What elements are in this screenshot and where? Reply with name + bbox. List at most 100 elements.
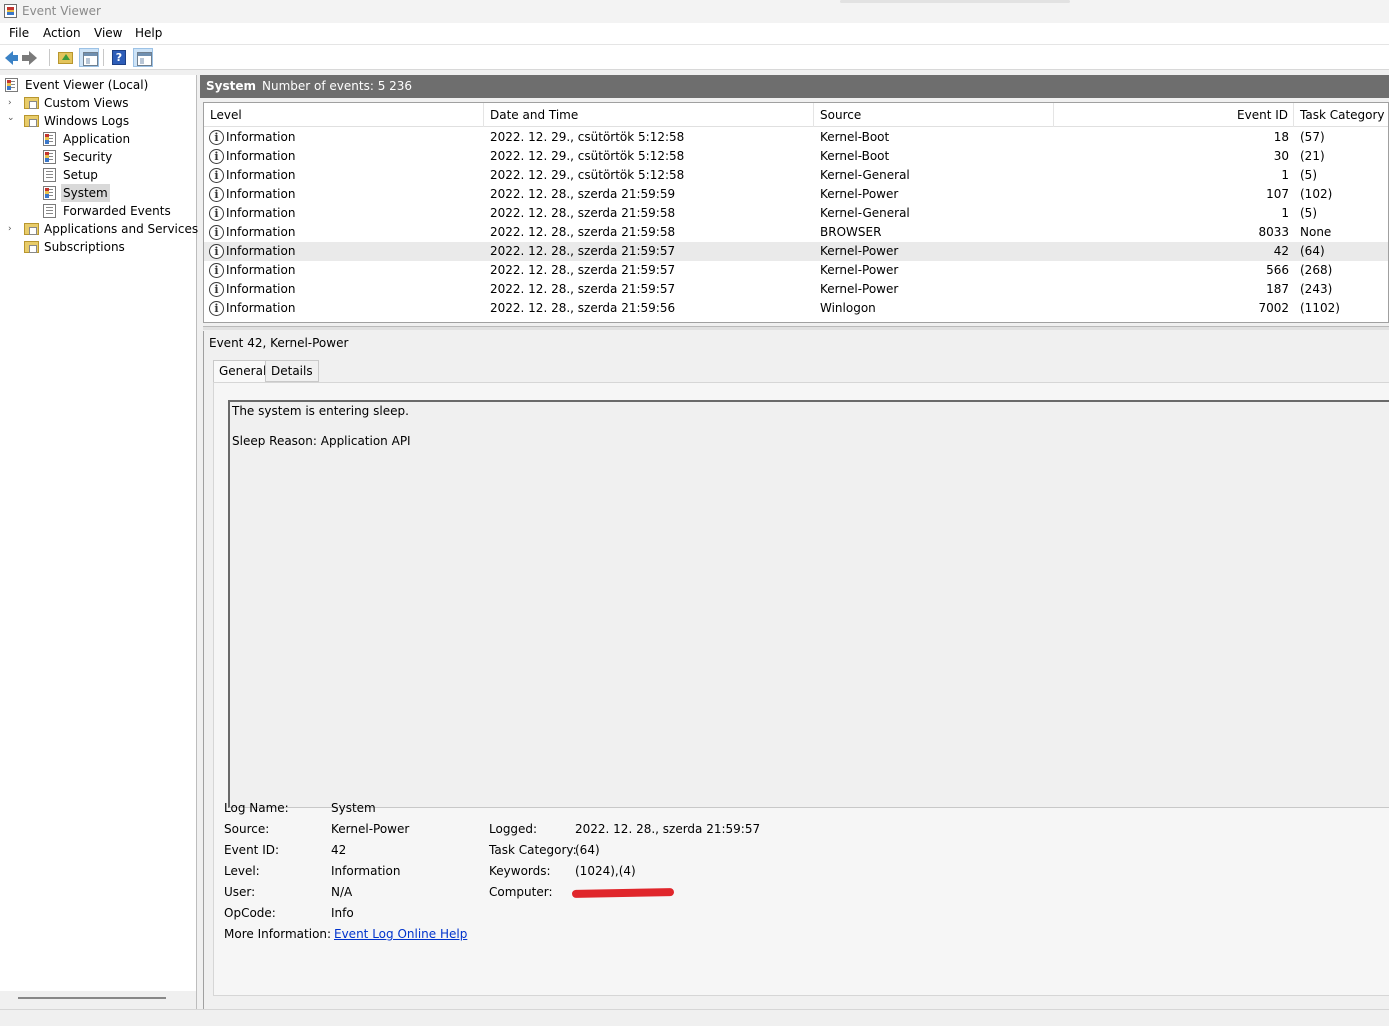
arrow-left-icon [5, 51, 18, 65]
event-id-cell: 1 [1281, 206, 1289, 220]
level-cell: Information [226, 149, 296, 163]
event-id-cell: 42 [1273, 244, 1289, 258]
date-time-cell: 2022. 12. 28., szerda 21:59:59 [490, 187, 676, 201]
table-row[interactable]: i Information 2022. 12. 28., szerda 21:59:… [204, 185, 1388, 204]
action-pane-icon [137, 52, 152, 66]
table-row[interactable]: i Information 2022. 12. 28., szerda 21:59:… [204, 204, 1388, 223]
source-cell: Kernel-General [820, 206, 910, 220]
console-tree-icon [83, 52, 98, 66]
forward-button[interactable] [22, 48, 45, 67]
column-header-source[interactable]: Source [814, 103, 1054, 127]
logged-value: 2022. 12. 28., szerda 21:59:57 [575, 822, 761, 836]
column-header-event-id[interactable]: Event ID [1054, 103, 1294, 127]
source-cell: Kernel-Boot [820, 149, 890, 163]
level-cell: Information [226, 244, 296, 258]
keywords-value: (1024),(4) [575, 864, 636, 878]
table-row[interactable]: i Information 2022. 12. 29., csütörtök 5:1… [204, 147, 1388, 166]
level-cell: Information [226, 282, 296, 296]
user-value: N/A [331, 885, 353, 899]
date-time-cell: 2022. 12. 29., csütörtök 5:12:58 [490, 168, 685, 182]
title-bar-blur [840, 0, 1070, 3]
level-cell: Information [226, 301, 296, 315]
menu-action[interactable]: Action [43, 26, 81, 40]
menu-view[interactable]: View [94, 26, 122, 40]
event-id-cell: 30 [1273, 149, 1289, 163]
table-row[interactable]: i Information 2022. 12. 29., csütörtök 5:1… [204, 128, 1388, 147]
task-category-value: (64) [575, 843, 600, 857]
source-value: Kernel-Power [331, 822, 410, 836]
show-hide-action-pane-button[interactable] [133, 48, 153, 67]
event-id-cell: 8033 [1258, 225, 1289, 239]
back-button[interactable] [3, 48, 23, 67]
date-time-cell: 2022. 12. 28., szerda 21:59:58 [490, 206, 676, 220]
user-label: User: [224, 885, 256, 899]
keywords-label: Keywords: [489, 864, 551, 878]
up-one-level-button[interactable] [55, 48, 75, 67]
table-row[interactable]: i Information 2022. 12. 28., szerda 21:59:… [204, 280, 1388, 299]
general-tab-body: The system is entering sleep. Sleep Reas… [213, 382, 1389, 996]
level-value: Information [331, 864, 401, 878]
event-id-value: 42 [331, 843, 347, 857]
table-row[interactable]: i Information 2022. 12. 28., szerda 21:59:… [204, 299, 1388, 318]
tree-label: Setup [63, 168, 98, 182]
log-name-label: Log Name: [224, 801, 289, 815]
task-category-cell: (57) [1300, 130, 1325, 144]
tree-label: Subscriptions [44, 240, 125, 254]
console-tree: Event Viewer (Local) › Custom Views ⌄ Wi… [0, 75, 216, 1009]
tree-label: Security [63, 150, 113, 164]
show-hide-console-tree-button[interactable] [79, 48, 99, 67]
tree-label: Custom Views [44, 96, 129, 110]
folder-icon [24, 223, 39, 235]
pane-splitter[interactable] [203, 326, 1389, 330]
table-row[interactable]: i Information 2022. 12. 28., szerda 21:59:… [204, 223, 1388, 242]
task-category-cell: (102) [1300, 187, 1333, 201]
tab-details[interactable]: Details [265, 360, 319, 382]
window-title: Event Viewer [22, 4, 101, 18]
column-header-task-category[interactable]: Task Category [1294, 103, 1388, 127]
title-bar: Event Viewer [0, 0, 1389, 23]
source-cell: Kernel-General [820, 168, 910, 182]
log-icon [43, 168, 56, 182]
toolbar-separator [103, 49, 104, 66]
log-icon [43, 204, 56, 218]
level-cell: Information [226, 187, 296, 201]
menu-help[interactable]: Help [135, 26, 162, 40]
log-icon [43, 132, 56, 146]
menu-bar: File Action View Help [0, 23, 1389, 45]
tab-general[interactable]: General [213, 360, 273, 383]
column-header-date-time[interactable]: Date and Time [484, 103, 814, 127]
event-id-cell: 1 [1281, 168, 1289, 182]
tree-label: Windows Logs [44, 114, 130, 128]
computer-label: Computer: [489, 885, 553, 899]
task-category-cell: (243) [1300, 282, 1333, 296]
information-icon: i [209, 149, 224, 164]
help-button[interactable]: ? [109, 48, 129, 67]
date-time-cell: 2022. 12. 28., szerda 21:59:56 [490, 301, 676, 315]
information-icon: i [209, 130, 224, 145]
chevron-right-icon[interactable]: › [8, 220, 18, 238]
status-bar [0, 1009, 1389, 1026]
tree-label: Applications and Services Lo [44, 222, 216, 236]
events-table: Level Date and Time Source Event ID Task… [203, 102, 1389, 323]
event-id-cell: 7002 [1258, 301, 1289, 315]
column-header-level[interactable]: Level [204, 103, 484, 127]
event-log-online-help-link[interactable]: Event Log Online Help [334, 927, 467, 941]
information-icon: i [209, 168, 224, 183]
event-id-cell: 18 [1273, 130, 1289, 144]
scrollbar-thumb[interactable] [18, 997, 166, 999]
horizontal-scrollbar[interactable] [0, 991, 196, 1009]
source-cell: Kernel-Power [820, 244, 899, 258]
chevron-down-icon[interactable]: ⌄ [7, 109, 17, 127]
event-description[interactable]: The system is entering sleep. Sleep Reas… [228, 400, 1389, 808]
task-category-label: Task Category: [489, 843, 577, 857]
table-row[interactable]: i Information 2022. 12. 28., szerda 21:59:… [204, 261, 1388, 280]
toolbar: ? [0, 45, 1389, 70]
source-label: Source: [224, 822, 270, 836]
table-row[interactable]: i Information 2022. 12. 29., csütörtök 5:1… [204, 166, 1388, 185]
more-information-label: More Information: [224, 927, 332, 941]
table-row[interactable]: i Information 2022. 12. 28., szerda 21:59:… [204, 242, 1388, 261]
level-cell: Information [226, 206, 296, 220]
information-icon: i [209, 206, 224, 221]
menu-file[interactable]: File [9, 26, 29, 40]
information-icon: i [209, 263, 224, 278]
